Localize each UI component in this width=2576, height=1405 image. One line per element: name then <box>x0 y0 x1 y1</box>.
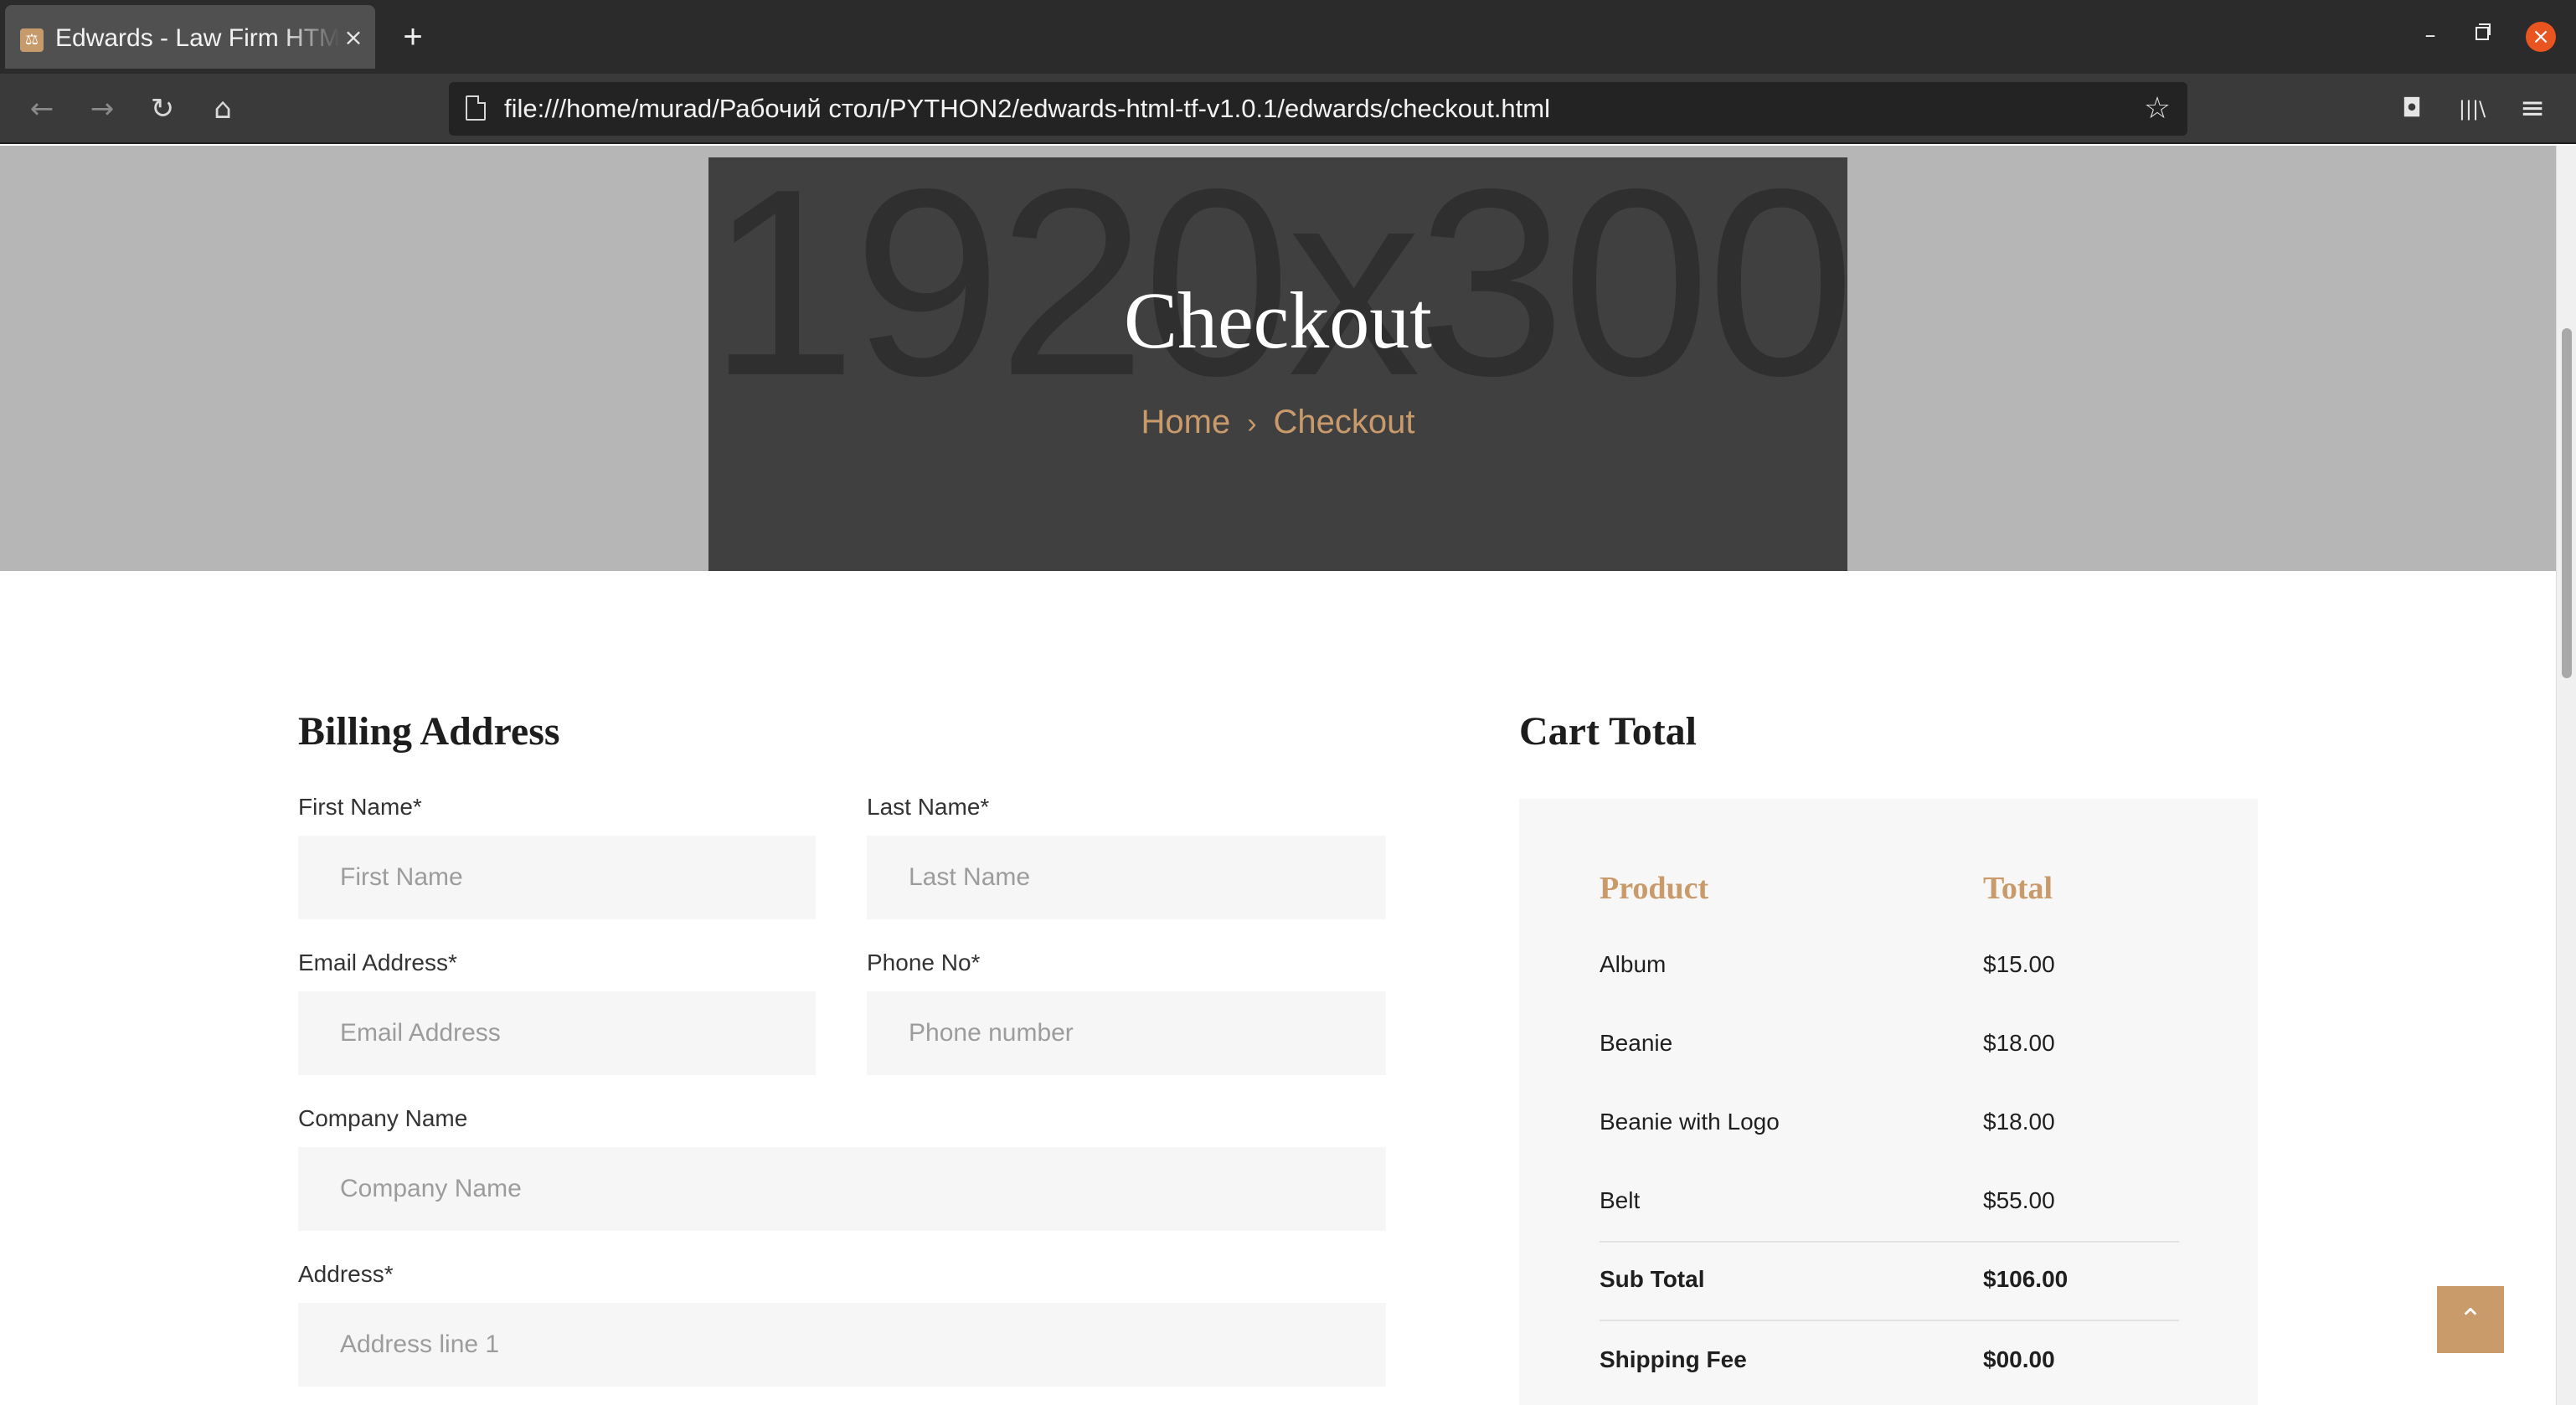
cart-item-total: $18.00 <box>1983 1030 2055 1056</box>
cart-item-product: Beanie with Logo <box>1600 1109 1780 1135</box>
reload-icon[interactable]: ↻ <box>144 90 181 127</box>
cart-shipping-label: Shipping Fee <box>1600 1346 1747 1372</box>
browser-nav-bar: ← → ↻ ⌂ file:///home/murad/Рабочий стол/… <box>0 74 2576 144</box>
cart-item-product: Album <box>1600 951 1667 977</box>
company-name-label: Company Name <box>298 1105 468 1131</box>
cart-subtotal-value: $106.00 <box>1983 1266 2069 1292</box>
last-name-label: Last Name* <box>867 794 990 820</box>
breadcrumb: Home › Checkout <box>0 400 2556 444</box>
cart-divider <box>1600 1241 2179 1243</box>
address-label: Address* <box>298 1261 394 1287</box>
scales-favicon-icon: ⚖ <box>20 28 44 52</box>
page-icon <box>466 95 486 121</box>
pocket-icon[interactable]: ◘ <box>2393 90 2430 127</box>
cart-item-product: Beanie <box>1600 1030 1673 1056</box>
back-icon[interactable]: ← <box>23 90 60 127</box>
cart-total-heading: Cart Total <box>1519 709 1698 754</box>
cart-shipping-value: $00.00 <box>1983 1346 2055 1372</box>
company-name-input[interactable] <box>298 1147 1386 1231</box>
cart-item-total: $55.00 <box>1983 1187 2055 1213</box>
cart-item-total: $15.00 <box>1983 951 2055 977</box>
page-title: Checkout <box>1124 275 1432 365</box>
first-name-label: First Name* <box>298 794 422 820</box>
page-banner: 1920x300 Checkout Home › Checkout <box>0 146 2556 571</box>
browser-tab[interactable]: ⚖ Edwards - Law Firm HTML × <box>5 5 375 69</box>
minimize-window-icon[interactable]: – <box>2419 18 2442 52</box>
breadcrumb-separator-icon: › <box>1247 408 1257 440</box>
menu-icon[interactable]: ≡ <box>2514 90 2551 127</box>
breadcrumb-home-link[interactable]: Home <box>1141 400 1230 444</box>
address-bar[interactable]: file:///home/murad/Рабочий стол/PYTHON2/… <box>449 82 2187 136</box>
cart-divider <box>1600 1320 2179 1321</box>
cart-item-total: $18.00 <box>1983 1109 2055 1135</box>
cart-product-header: Product <box>1600 871 1709 906</box>
back-to-top-button[interactable]: ⌃ <box>2437 1286 2504 1353</box>
email-label: Email Address* <box>298 950 457 975</box>
browser-tab-bar: ⚖ Edwards - Law Firm HTML × + – × <box>0 0 2576 74</box>
last-name-input[interactable] <box>867 836 1386 919</box>
first-name-input[interactable] <box>298 836 816 919</box>
home-icon[interactable]: ⌂ <box>204 90 241 127</box>
forward-icon[interactable]: → <box>84 90 121 127</box>
cart-subtotal-label: Sub Total <box>1600 1266 1705 1292</box>
cart-item-product: Belt <box>1600 1187 1641 1213</box>
billing-address-heading: Billing Address <box>298 709 560 754</box>
breadcrumb-current: Checkout <box>1273 404 1415 440</box>
new-tab-button[interactable]: + <box>399 20 427 54</box>
page-viewport: 1920x300 Checkout Home › Checkout Billing … <box>0 146 2556 1405</box>
url-text[interactable]: file:///home/murad/Рабочий стол/PYTHON2/… <box>504 92 2095 126</box>
address-line-1-input[interactable] <box>298 1303 1386 1387</box>
tab-close-icon[interactable]: × <box>340 23 367 52</box>
page-scrollbar[interactable] <box>2556 146 2576 1405</box>
tab-title-fade <box>281 23 340 54</box>
cart-total-header: Total <box>1983 871 2053 906</box>
cart-total-table: Product Total Album $15.00 Beanie $18.00… <box>1519 799 2258 1405</box>
phone-input[interactable] <box>867 991 1386 1075</box>
library-icon[interactable]: |||\ <box>2454 90 2491 127</box>
bookmark-star-icon[interactable]: ☆ <box>2141 90 2174 127</box>
restore-window-icon[interactable] <box>2476 23 2491 40</box>
close-window-icon[interactable]: × <box>2526 22 2556 52</box>
phone-label: Phone No* <box>867 950 981 975</box>
scrollbar-thumb[interactable] <box>2562 328 2572 678</box>
email-input[interactable] <box>298 991 816 1075</box>
